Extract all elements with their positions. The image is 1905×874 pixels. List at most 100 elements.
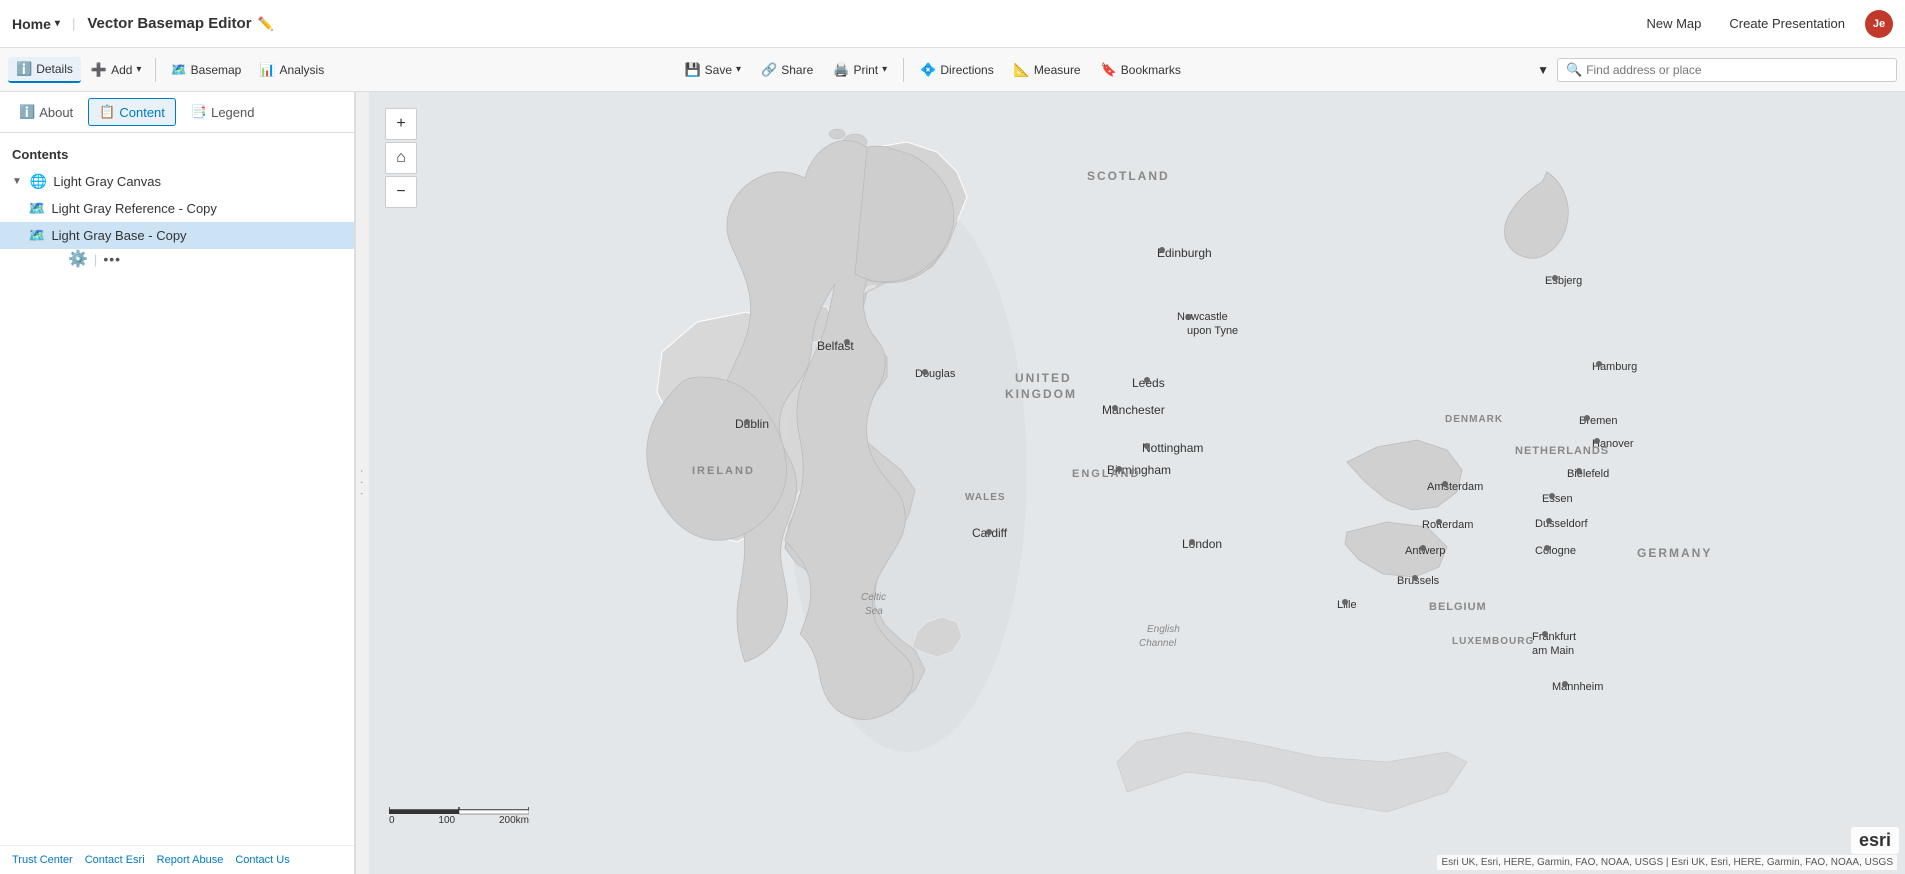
svg-text:Manchester: Manchester: [1102, 403, 1165, 417]
svg-text:WALES: WALES: [965, 492, 1006, 503]
collapse-handle-dots: · · ·: [356, 469, 370, 498]
svg-text:Sea: Sea: [865, 606, 883, 617]
search-filter-button[interactable]: ▼: [1533, 59, 1553, 81]
svg-text:BELGIUM: BELGIUM: [1429, 601, 1487, 613]
trust-center-link[interactable]: Trust Center: [12, 854, 73, 866]
svg-text:Bielefeld: Bielefeld: [1567, 468, 1609, 480]
scale-svg: [389, 799, 529, 815]
layer-actions-row: ⚙️ | •••: [0, 249, 354, 273]
basemap-button[interactable]: 🗺️ Basemap: [162, 58, 249, 82]
legend-icon: 📑: [191, 104, 207, 120]
sidebar: ℹ️ About 📋 Content 📑 Legend Contents ▼ 🌐…: [0, 92, 355, 874]
basemap-label: Basemap: [191, 63, 242, 77]
svg-text:London: London: [1182, 537, 1222, 551]
details-button[interactable]: ℹ️ Details: [8, 57, 81, 83]
search-input[interactable]: [1586, 63, 1888, 77]
analysis-button[interactable]: 📊 Analysis: [251, 58, 332, 82]
layer-more-button[interactable]: •••: [103, 251, 121, 267]
svg-text:LUXEMBOURG: LUXEMBOURG: [1452, 636, 1534, 647]
zoom-out-button[interactable]: −: [385, 176, 417, 208]
svg-text:Amsterdam: Amsterdam: [1427, 481, 1483, 493]
tab-content[interactable]: 📋 Content: [88, 98, 176, 126]
nav-left: Home ▾ | Vector Basemap Editor ✏️: [12, 15, 274, 32]
save-label: Save: [705, 63, 732, 77]
app-title: Vector Basemap Editor ✏️: [87, 15, 273, 32]
bookmarks-label: Bookmarks: [1121, 63, 1181, 77]
toolbar: ℹ️ Details ➕ Add ▾ 🗺️ Basemap 📊 Analysis…: [0, 48, 1905, 92]
svg-text:upon Tyne: upon Tyne: [1187, 325, 1238, 337]
toolbar-divider-1: [155, 58, 156, 82]
basemap-icon: 🗺️: [170, 62, 186, 78]
add-button[interactable]: ➕ Add ▾: [83, 58, 150, 82]
scale-200km: 200km: [499, 815, 529, 826]
home-chevron-icon: ▾: [55, 18, 60, 29]
action-divider: |: [94, 252, 97, 267]
zoom-in-button[interactable]: +: [385, 108, 417, 140]
directions-icon: 💠: [920, 62, 936, 78]
share-button[interactable]: 🔗 Share: [753, 58, 821, 82]
contents-heading: Contents: [0, 141, 354, 168]
new-map-button[interactable]: New Map: [1638, 12, 1709, 35]
tab-about[interactable]: ℹ️ About: [8, 98, 84, 126]
svg-text:Dusseldorf: Dusseldorf: [1535, 518, 1589, 530]
nav-divider: |: [72, 16, 75, 31]
svg-text:IRELAND: IRELAND: [692, 465, 755, 477]
measure-button[interactable]: 📐 Measure: [1006, 58, 1089, 82]
report-abuse-link[interactable]: Report Abuse: [157, 854, 224, 866]
user-avatar[interactable]: Je: [1865, 10, 1893, 38]
contact-esri-link[interactable]: Contact Esri: [85, 854, 145, 866]
search-icon: 🔍: [1566, 62, 1582, 78]
home-extent-button[interactable]: ⌂: [385, 142, 417, 174]
details-label: Details: [36, 62, 73, 76]
new-map-label: New Map: [1646, 16, 1701, 31]
scale-bar: 0 100 200km: [389, 799, 529, 826]
scale-100: 100: [438, 815, 455, 826]
add-icon: ➕: [91, 62, 107, 78]
print-dropdown-icon: ▾: [882, 64, 887, 75]
layer-base-icon: 🗺️: [28, 227, 45, 244]
layer-ref-icon: 🗺️: [28, 200, 45, 217]
layer-base-name: Light Gray Base - Copy: [51, 228, 346, 243]
measure-label: Measure: [1034, 63, 1081, 77]
svg-text:Essen: Essen: [1542, 493, 1573, 505]
svg-text:Channel: Channel: [1139, 638, 1177, 649]
print-button[interactable]: 🖨️ Print ▾: [825, 58, 895, 82]
esri-logo-text: esri: [1859, 830, 1891, 851]
create-presentation-button[interactable]: Create Presentation: [1721, 12, 1853, 35]
sidebar-footer: Trust Center Contact Esri Report Abuse C…: [0, 845, 354, 874]
home-button[interactable]: Home ▾: [12, 16, 60, 32]
sidebar-tabs: ℹ️ About 📋 Content 📑 Legend: [0, 92, 354, 133]
collapse-arrow-icon: ▼: [12, 176, 22, 187]
svg-text:Cologne: Cologne: [1535, 545, 1576, 557]
print-label: Print: [853, 63, 878, 77]
map-area[interactable]: Edinburgh Belfast Newcastle upon Tyne Le…: [369, 92, 1905, 874]
svg-text:UNITED: UNITED: [1015, 371, 1072, 385]
edit-icon[interactable]: ✏️: [258, 16, 274, 32]
save-icon: 💾: [684, 62, 700, 78]
share-label: Share: [781, 63, 813, 77]
layer-ref-name: Light Gray Reference - Copy: [51, 201, 346, 216]
analysis-label: Analysis: [280, 63, 325, 77]
layer-group-icon: 🌐: [30, 173, 47, 190]
measure-icon: 📐: [1014, 62, 1030, 78]
layer-settings-icon[interactable]: ⚙️: [68, 249, 88, 269]
svg-text:Mannheim: Mannheim: [1552, 681, 1603, 693]
layer-light-gray-base[interactable]: 🗺️ Light Gray Base - Copy: [0, 222, 354, 249]
filter-icon: ▼: [1537, 63, 1549, 77]
svg-text:Celtic: Celtic: [861, 592, 886, 603]
save-button[interactable]: 💾 Save ▾: [676, 58, 749, 82]
legend-label: Legend: [211, 105, 254, 120]
contact-us-link[interactable]: Contact Us: [235, 854, 289, 866]
layer-light-gray-reference[interactable]: 🗺️ Light Gray Reference - Copy: [0, 195, 354, 222]
details-icon: ℹ️: [16, 61, 32, 77]
content-label: Content: [119, 105, 165, 120]
directions-button[interactable]: 💠 Directions: [912, 58, 1002, 82]
share-icon: 🔗: [761, 62, 777, 78]
search-box[interactable]: 🔍: [1557, 58, 1897, 82]
bookmarks-button[interactable]: 🔖 Bookmarks: [1093, 58, 1189, 82]
svg-text:NETHERLANDS: NETHERLANDS: [1515, 445, 1609, 457]
layer-light-gray-canvas[interactable]: ▼ 🌐 Light Gray Canvas: [0, 168, 354, 195]
sidebar-collapse-handle[interactable]: · · ·: [355, 92, 369, 874]
print-icon: 🖨️: [833, 62, 849, 78]
tab-legend[interactable]: 📑 Legend: [180, 98, 266, 126]
